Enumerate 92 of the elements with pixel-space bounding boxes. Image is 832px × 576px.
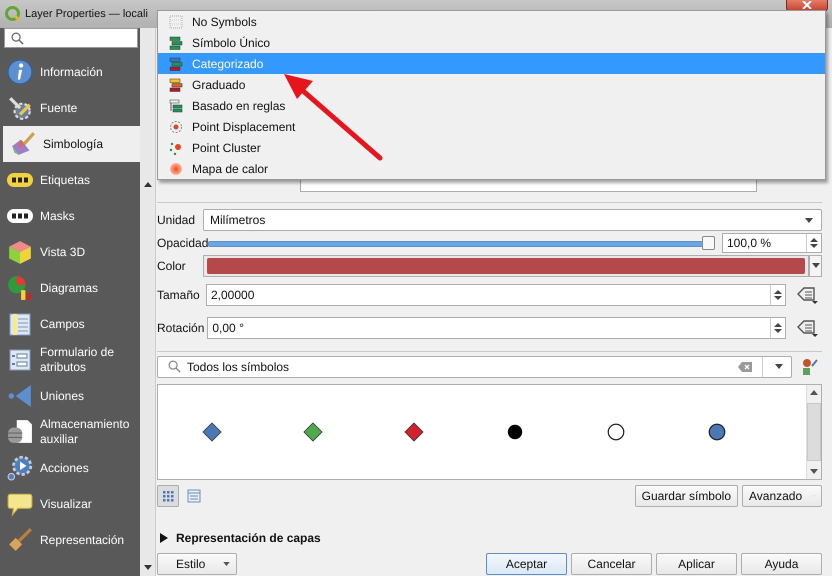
- wrench-gear-icon: [7, 95, 33, 121]
- cluster-icon: [169, 140, 183, 154]
- section-header[interactable]: Representación de capas: [157, 529, 321, 548]
- scrollbar[interactable]: [806, 384, 821, 479]
- paintbrush-icon: [10, 131, 36, 157]
- join-arrow-icon: [7, 383, 33, 409]
- unit-dropdown[interactable]: Milímetros: [203, 209, 822, 232]
- scrollbar[interactable]: [140, 28, 156, 576]
- database-document-icon: [7, 419, 33, 445]
- sidebar-item[interactable]: Vista 3D: [0, 234, 140, 270]
- rule-tree-icon: [169, 98, 183, 112]
- color-button[interactable]: [203, 254, 809, 277]
- search-field[interactable]: [4, 28, 138, 48]
- sidebar-item[interactable]: Etiquetas: [0, 162, 140, 198]
- spin-arrows-icon: [774, 288, 782, 301]
- sidebar-item[interactable]: Uniones: [0, 378, 140, 414]
- dotted-grid-icon: [169, 14, 183, 28]
- field-label: Tamaño: [157, 288, 201, 302]
- expand-icon: [160, 533, 168, 544]
- opacity-slider[interactable]: [208, 236, 714, 250]
- stacked-bars-icon: [169, 56, 183, 70]
- sidebar-item[interactable]: Masks: [0, 198, 140, 234]
- info-icon: [7, 59, 33, 85]
- dropdown-caret-icon: [805, 218, 813, 223]
- menu-item[interactable]: Símbolo Único: [158, 32, 825, 53]
- data-defined-icon: [796, 319, 818, 338]
- app-logo-icon: [5, 6, 21, 22]
- sidebar-item[interactable]: Acciones: [0, 450, 140, 486]
- stacked-bars-icon: [169, 36, 183, 50]
- sidebar-item[interactable]: Fuente: [0, 90, 140, 126]
- abc-label-icon: [6, 208, 34, 224]
- dialog-button[interactable]: Ayuda: [741, 553, 822, 576]
- menu-item[interactable]: Mapa de calor: [158, 158, 825, 179]
- spin-arrows-icon: [774, 322, 782, 334]
- heatmap-icon: [169, 162, 183, 176]
- save-symbol-button[interactable]: Guardar símbolo: [634, 484, 738, 507]
- table-icon: [8, 312, 32, 336]
- window-title: Layer Properties — locali: [25, 8, 148, 20]
- sidebar-item[interactable]: Campos: [0, 306, 140, 342]
- dialog-button[interactable]: Cancelar: [571, 553, 652, 576]
- field-label: Rotación: [157, 321, 204, 336]
- dialog-button[interactable]: Aceptar: [486, 553, 567, 576]
- scroll-up-icon: [144, 182, 152, 187]
- clear-icon[interactable]: [738, 362, 752, 372]
- scroll-up-icon: [810, 390, 818, 395]
- search-icon: [168, 360, 181, 374]
- scroll-down-icon: [810, 468, 818, 474]
- dropdown-caret-icon: [775, 364, 783, 370]
- pie-bar-chart-icon: [7, 275, 33, 301]
- color-menu-button[interactable]: [809, 254, 822, 277]
- menu-item[interactable]: Point Displacement: [158, 116, 825, 137]
- speech-bubble-icon: [7, 491, 33, 517]
- stacked-bars-icon: [169, 78, 183, 92]
- grid-icon: [161, 488, 175, 503]
- form-icon: [8, 348, 32, 372]
- icon-view-button[interactable]: [157, 484, 179, 507]
- sidebar-item[interactable]: Diagramas: [0, 270, 140, 306]
- menu-item[interactable]: Graduado: [158, 74, 825, 95]
- field-label: Color: [157, 258, 187, 273]
- dialog-button[interactable]: Aplicar: [656, 553, 737, 576]
- field-label: Opacidad: [157, 236, 208, 250]
- slider-thumb[interactable]: [702, 236, 715, 250]
- rotation-spinbox[interactable]: 0,00 °: [207, 317, 786, 340]
- close-icon: [802, 1, 812, 9]
- opacity-spinbox[interactable]: 100,0 %: [722, 232, 822, 253]
- menu-item[interactable]: Basado en reglas: [158, 95, 825, 116]
- symbol-filter-dropdown[interactable]: Todos los símbolos: [157, 356, 792, 378]
- style-manager-icon: [801, 358, 819, 376]
- sidebar-item[interactable]: Representación: [0, 522, 140, 558]
- scroll-down-icon: [144, 565, 152, 570]
- advanced-button[interactable]: Avanzado: [742, 484, 822, 507]
- data-defined-icon: [796, 286, 818, 304]
- gear-play-icon: [7, 455, 33, 481]
- displacement-icon: [169, 120, 183, 134]
- field-label: Unidad: [157, 213, 196, 228]
- sidebar-item[interactable]: Simbología: [3, 126, 140, 162]
- abc-label-icon: [6, 172, 34, 188]
- spin-arrows-icon: [810, 236, 818, 249]
- brush-icon: [7, 527, 33, 553]
- dropdown-caret-icon: [223, 562, 230, 566]
- size-spinbox[interactable]: 2,00000: [206, 284, 786, 306]
- search-icon: [11, 32, 24, 44]
- sidebar-item[interactable]: Información: [0, 54, 140, 90]
- sidebar-item[interactable]: Visualizar: [0, 486, 140, 522]
- menu-item[interactable]: No Symbols: [158, 11, 825, 32]
- menu-item[interactable]: Point Cluster: [158, 137, 825, 158]
- sidebar-item[interactable]: Formulario de atributos: [0, 342, 140, 378]
- cube-icon: [7, 239, 33, 265]
- list-icon: [187, 488, 201, 503]
- style-button[interactable]: Estilo: [157, 553, 237, 576]
- dropdown-caret-icon: [812, 263, 820, 268]
- sidebar-item[interactable]: Almacenamiento auxiliar: [0, 414, 140, 450]
